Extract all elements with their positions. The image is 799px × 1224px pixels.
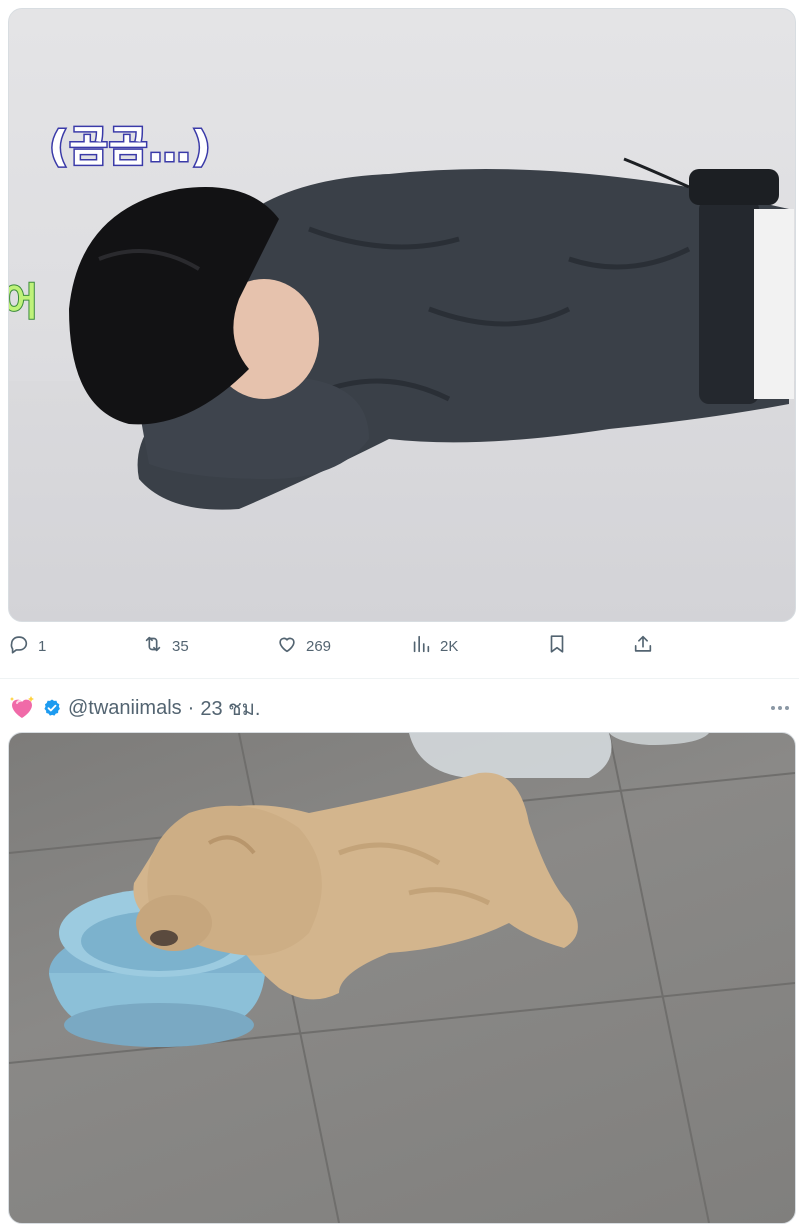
more-dot xyxy=(771,706,775,710)
puppy-illustration xyxy=(9,733,795,1223)
like-count: 269 xyxy=(306,637,332,655)
reply-icon xyxy=(8,633,30,659)
separator-dot: · xyxy=(187,696,195,719)
post-image-sleeping-person[interactable]: (곰곰…) 어 xyxy=(8,8,796,622)
reply-button[interactable]: 1 xyxy=(8,626,46,666)
repost-button[interactable]: 35 xyxy=(142,626,189,666)
more-dot xyxy=(785,706,789,710)
bookmark-button[interactable] xyxy=(546,626,568,666)
post-action-bar: 1 35 269 2K xyxy=(0,626,799,666)
verified-badge-icon xyxy=(42,698,62,718)
reply-count: 1 xyxy=(38,637,47,655)
repost-icon xyxy=(142,633,164,659)
like-button[interactable]: 269 xyxy=(276,626,331,666)
views-icon xyxy=(410,633,432,659)
image-caption-text: (곰곰…) xyxy=(48,121,213,173)
post-timestamp[interactable]: 23 ชม. xyxy=(200,692,260,724)
post-header: @twaniimals · 23 ชม. xyxy=(8,690,260,726)
more-dot xyxy=(778,706,782,710)
views-button[interactable]: 2K xyxy=(410,626,458,666)
heart-icon xyxy=(276,633,298,659)
post-image-puppy[interactable] xyxy=(8,732,796,1224)
more-icon[interactable] xyxy=(766,696,794,720)
image-side-text: 어 xyxy=(9,271,39,326)
sleeping-person-illustration xyxy=(69,157,794,510)
views-count: 2K xyxy=(440,637,459,655)
author-handle[interactable]: @twaniimals xyxy=(68,697,182,720)
bookmark-icon xyxy=(546,633,568,659)
share-icon xyxy=(632,633,654,659)
share-button[interactable] xyxy=(632,626,654,666)
repost-count: 35 xyxy=(172,637,189,655)
sparkling-heart-icon xyxy=(8,694,36,722)
post-divider xyxy=(0,678,799,679)
